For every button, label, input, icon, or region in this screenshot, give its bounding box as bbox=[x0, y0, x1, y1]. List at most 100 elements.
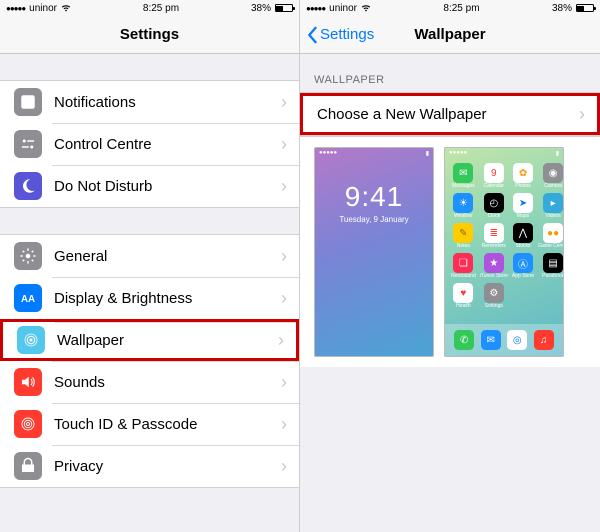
settings-pane: ●●●●● uninor 8:25 pm 38% Settings Notifi… bbox=[0, 0, 300, 532]
status-bar: ●●●●● uninor 8:25 pm 38% bbox=[300, 0, 600, 16]
app-mail: ✉︎ bbox=[481, 330, 501, 350]
app-label: Stocks bbox=[516, 244, 531, 249]
battery-icon: ▮ bbox=[556, 150, 559, 157]
carrier-label: uninor bbox=[329, 3, 357, 14]
battery-icon bbox=[576, 4, 594, 12]
app-phone: ✆ bbox=[454, 330, 474, 350]
app-icon: ▸ bbox=[543, 193, 563, 213]
section-header: WALLPAPER bbox=[300, 54, 600, 92]
app-label: Messages bbox=[452, 184, 475, 189]
row-label: Do Not Disturb bbox=[54, 178, 281, 195]
app-label: Health bbox=[456, 304, 470, 309]
app-label: Passbook bbox=[542, 274, 564, 279]
settings-row-display-brightness[interactable]: AA Display & Brightness› bbox=[0, 277, 299, 319]
chevron-right-icon: › bbox=[281, 288, 287, 309]
settings-row-touch-id-passcode[interactable]: Touch ID & Passcode› bbox=[0, 403, 299, 445]
settings-row-general[interactable]: General› bbox=[0, 235, 299, 277]
row-label: Touch ID & Passcode bbox=[54, 416, 281, 433]
app-label: Calendar bbox=[484, 184, 504, 189]
app-label: Game Center bbox=[538, 244, 564, 249]
nav-bar: Settings bbox=[0, 16, 299, 54]
app-icon: 9 bbox=[484, 163, 504, 183]
app-icon: ●● bbox=[543, 223, 563, 243]
app-app-store: ⒶApp Store bbox=[512, 253, 534, 279]
app-icon: ☀︎ bbox=[453, 193, 473, 213]
row-label: Privacy bbox=[54, 458, 281, 475]
status-time: 8:25 pm bbox=[143, 3, 179, 14]
app-icon: ▤ bbox=[543, 253, 563, 273]
app-clock: ◴Clock bbox=[480, 193, 508, 219]
app-safari: ◎ bbox=[507, 330, 527, 350]
app-label: Weather bbox=[454, 214, 473, 219]
app-game-center: ●●Game Center bbox=[538, 223, 564, 249]
row-label: Sounds bbox=[54, 374, 281, 391]
settings-row-control-centre[interactable]: Control Centre› bbox=[0, 123, 299, 165]
display-icon: AA bbox=[14, 284, 42, 312]
row-label: General bbox=[54, 248, 281, 265]
app-label: Camera bbox=[544, 184, 562, 189]
app-icon: ♫ bbox=[534, 330, 554, 350]
app-passbook: ▤Passbook bbox=[538, 253, 564, 279]
settings-row-notifications[interactable]: Notifications› bbox=[0, 81, 299, 123]
settings-row-do-not-disturb[interactable]: Do Not Disturb› bbox=[0, 165, 299, 207]
settings-row-sounds[interactable]: Sounds› bbox=[0, 361, 299, 403]
chevron-right-icon: › bbox=[281, 92, 287, 113]
app-notes: ✎Notes bbox=[451, 223, 476, 249]
status-time: 8:25 pm bbox=[443, 3, 479, 14]
app-itunes-store: ★iTunes Store bbox=[480, 253, 508, 279]
app-icon: ★ bbox=[484, 253, 504, 273]
homescreen-preview[interactable]: ●●●●● ▮ ✉︎Messages9Calendar✿Photos◉Camer… bbox=[444, 147, 564, 357]
app-reminders: ≣Reminders bbox=[480, 223, 508, 249]
lockscreen-preview[interactable]: ●●●●● ▮ 9:41 Tuesday, 9 January bbox=[314, 147, 434, 357]
nav-bar: Settings Wallpaper bbox=[300, 16, 600, 54]
settings-row-privacy[interactable]: Privacy› bbox=[0, 445, 299, 487]
app-label: Settings bbox=[485, 304, 503, 309]
settings-row-wallpaper[interactable]: Wallpaper› bbox=[0, 319, 299, 361]
settings-group-2: General›AADisplay & Brightness›Wallpaper… bbox=[0, 234, 299, 488]
app-icon: ❏ bbox=[453, 253, 473, 273]
chevron-right-icon: › bbox=[281, 414, 287, 435]
wifi-icon bbox=[361, 3, 371, 13]
app-label: Notes bbox=[457, 244, 470, 249]
app-label: Photos bbox=[515, 184, 531, 189]
battery-percent: 38% bbox=[552, 3, 572, 14]
carrier-label: uninor bbox=[29, 3, 57, 14]
page-title: Wallpaper bbox=[414, 26, 485, 43]
signal-dots-icon: ●●●●● bbox=[6, 4, 25, 13]
app-icon: ◉ bbox=[543, 163, 563, 183]
app-health: ♥︎Health bbox=[451, 283, 476, 309]
page-title: Settings bbox=[120, 26, 179, 43]
control-centre-icon bbox=[14, 130, 42, 158]
app-icon: ⚙︎ bbox=[484, 283, 504, 303]
chevron-right-icon: › bbox=[281, 372, 287, 393]
signal-dots-icon: ●●●●● bbox=[449, 150, 467, 157]
app-icon: ➤ bbox=[513, 193, 533, 213]
app-newsstand: ❏Newsstand bbox=[451, 253, 476, 279]
chevron-left-icon bbox=[306, 26, 318, 44]
app-music: ♫ bbox=[534, 330, 554, 350]
chevron-right-icon: › bbox=[579, 104, 585, 125]
app-label: App Store bbox=[512, 274, 534, 279]
app-icon: ✆ bbox=[454, 330, 474, 350]
lock-date: Tuesday, 9 January bbox=[315, 215, 433, 224]
row-label: Notifications bbox=[54, 94, 281, 111]
privacy-icon bbox=[14, 452, 42, 480]
row-label: Display & Brightness bbox=[54, 290, 281, 307]
row-label: Control Centre bbox=[54, 136, 281, 153]
chevron-right-icon: › bbox=[278, 330, 284, 351]
app-icon: ◎ bbox=[507, 330, 527, 350]
app-messages: ✉︎Messages bbox=[451, 163, 476, 189]
back-button[interactable]: Settings bbox=[306, 26, 374, 44]
choose-wallpaper-label: Choose a New Wallpaper bbox=[317, 106, 579, 123]
app-label: Clock bbox=[488, 214, 501, 219]
choose-wallpaper-row[interactable]: Choose a New Wallpaper › bbox=[300, 93, 600, 135]
app-camera: ◉Camera bbox=[538, 163, 564, 189]
chevron-right-icon: › bbox=[281, 176, 287, 197]
app-weather: ☀︎Weather bbox=[451, 193, 476, 219]
app-label: Videos bbox=[546, 214, 561, 219]
app-label: Maps bbox=[517, 214, 529, 219]
battery-percent: 38% bbox=[251, 3, 271, 14]
app-icon: ◴ bbox=[484, 193, 504, 213]
app-icon: ♥︎ bbox=[453, 283, 473, 303]
status-bar: ●●●●● uninor 8:25 pm 38% bbox=[0, 0, 299, 16]
